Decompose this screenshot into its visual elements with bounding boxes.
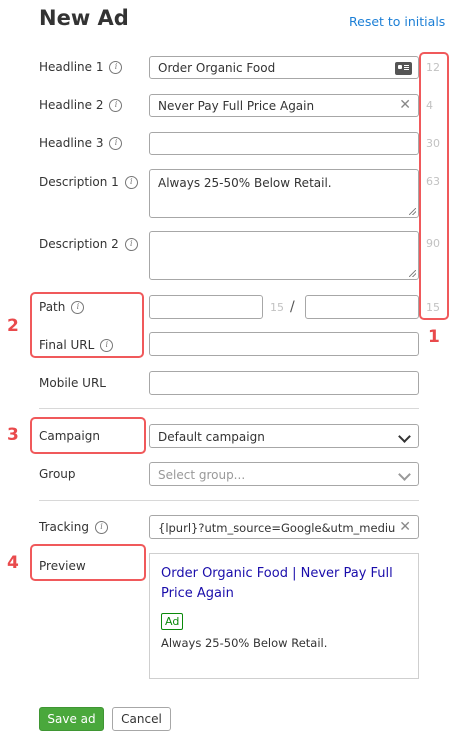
headline1-label: Headline 1 i bbox=[39, 60, 123, 74]
callout-number-1: 1 bbox=[428, 327, 440, 347]
highlight-box-campaign bbox=[30, 417, 146, 454]
description2-textarea[interactable] bbox=[149, 231, 419, 280]
group-select[interactable]: Select group... bbox=[149, 462, 419, 486]
save-button[interactable]: Save ad bbox=[39, 707, 104, 731]
mobile-url-label: Mobile URL bbox=[39, 376, 106, 390]
info-icon[interactable]: i bbox=[124, 237, 138, 251]
highlight-box-counters bbox=[419, 52, 449, 320]
description1-textarea[interactable]: Always 25-50% Below Retail. bbox=[149, 169, 419, 218]
info-icon[interactable]: i bbox=[94, 520, 108, 534]
headline3-input[interactable] bbox=[149, 132, 419, 155]
page-title: New Ad bbox=[39, 6, 129, 30]
path-separator: / bbox=[290, 299, 295, 315]
info-icon[interactable]: i bbox=[109, 98, 123, 112]
ad-preview: Order Organic Food | Never Pay Full Pric… bbox=[149, 553, 419, 679]
headline2-input[interactable]: Never Pay Full Price Again ✕ bbox=[149, 94, 419, 117]
path2-counter: 15 bbox=[426, 301, 440, 314]
cancel-button[interactable]: Cancel bbox=[112, 707, 171, 731]
path1-input[interactable] bbox=[149, 295, 263, 319]
clear-icon[interactable]: ✕ bbox=[399, 98, 411, 112]
info-icon[interactable]: i bbox=[109, 60, 123, 74]
callout-number-4: 4 bbox=[7, 553, 19, 573]
final-url-input[interactable] bbox=[149, 332, 419, 356]
info-icon[interactable]: i bbox=[124, 175, 138, 189]
campaign-select[interactable]: Default campaign bbox=[149, 424, 419, 448]
clear-icon[interactable]: ✕ bbox=[399, 520, 411, 534]
resize-handle-icon[interactable] bbox=[409, 208, 416, 215]
preview-description: Always 25-50% Below Retail. bbox=[161, 636, 328, 650]
highlight-box-path-url bbox=[30, 292, 144, 358]
ad-badge: Ad bbox=[161, 613, 184, 630]
description2-label: Description 2 i bbox=[39, 237, 138, 251]
chevron-down-icon bbox=[398, 468, 411, 481]
divider bbox=[39, 500, 419, 501]
info-icon[interactable]: i bbox=[109, 136, 123, 150]
description1-label: Description 1 i bbox=[39, 175, 138, 189]
headline3-label: Headline 3 i bbox=[39, 136, 123, 150]
resize-handle-icon[interactable] bbox=[409, 270, 416, 277]
group-label: Group bbox=[39, 467, 76, 481]
preview-title-line1[interactable]: Order Organic Food | Never Pay Full bbox=[161, 564, 393, 584]
highlight-box-preview bbox=[30, 544, 146, 581]
tracking-input[interactable]: {lpurl}?utm_source=Google&utm_medium= ✕ bbox=[149, 515, 419, 539]
divider bbox=[39, 408, 419, 409]
chevron-down-icon bbox=[398, 430, 411, 443]
path2-input[interactable] bbox=[305, 295, 419, 319]
headline1-input[interactable]: Order Organic Food bbox=[149, 56, 419, 79]
contact-card-icon[interactable] bbox=[395, 62, 412, 75]
callout-number-2: 2 bbox=[7, 316, 19, 336]
mobile-url-input[interactable] bbox=[149, 371, 419, 395]
path1-counter: 15 bbox=[270, 301, 284, 314]
preview-title-line2[interactable]: Price Again bbox=[161, 584, 393, 604]
headline2-label: Headline 2 i bbox=[39, 98, 123, 112]
callout-number-3: 3 bbox=[7, 425, 19, 445]
tracking-label: Tracking i bbox=[39, 520, 108, 534]
reset-link[interactable]: Reset to initials bbox=[349, 14, 445, 29]
